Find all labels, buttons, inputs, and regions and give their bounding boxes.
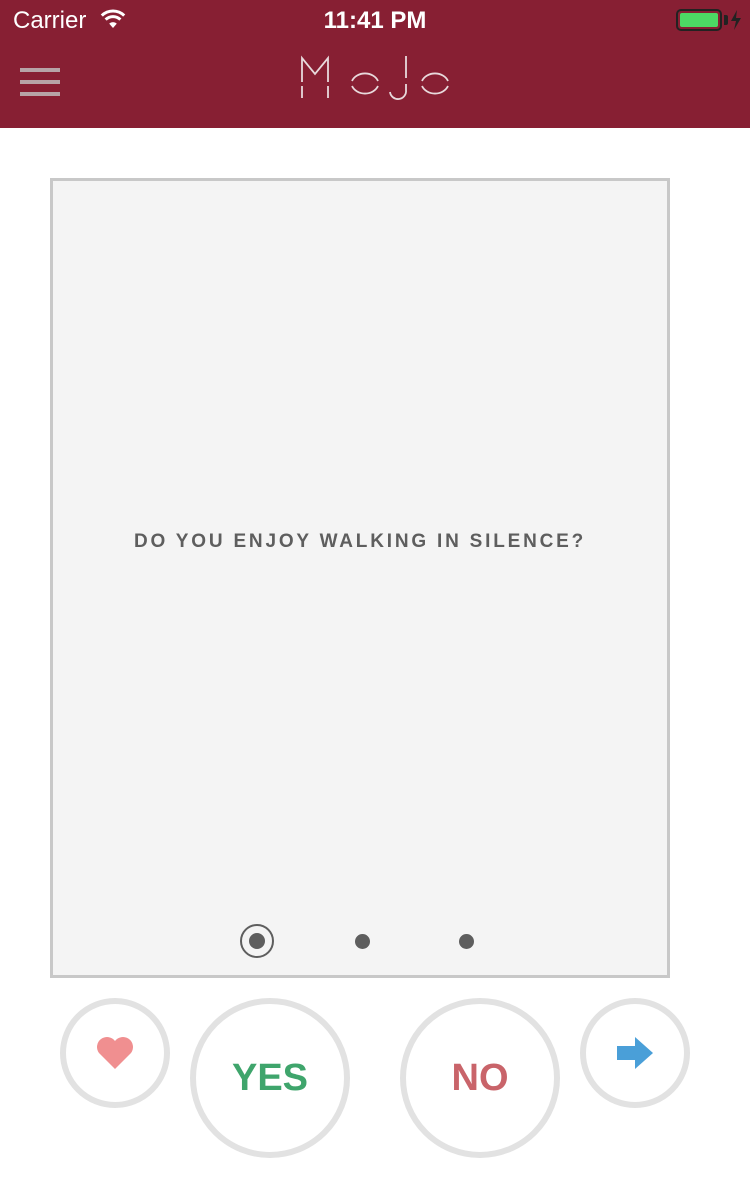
page-indicator xyxy=(53,921,667,961)
battery-cap xyxy=(724,15,728,25)
arrow-right-icon xyxy=(617,1037,653,1069)
app-header: Carrier 11:41 PM xyxy=(0,0,750,128)
hamburger-menu-icon[interactable] xyxy=(20,66,62,100)
next-button[interactable] xyxy=(580,998,690,1108)
no-button[interactable]: NO xyxy=(400,998,560,1158)
heart-icon xyxy=(97,1037,133,1069)
yes-label: YES xyxy=(231,1056,309,1099)
mojo-logo xyxy=(301,55,449,100)
page-dot-3[interactable] xyxy=(459,934,474,949)
no-label: NO xyxy=(451,1056,509,1099)
page-dot-1-active[interactable] xyxy=(240,924,274,958)
clock: 11:41 PM xyxy=(323,7,427,34)
yes-button[interactable]: YES xyxy=(190,998,350,1158)
battery-icon xyxy=(676,9,722,31)
question-card[interactable]: DO YOU ENJOY WALKING IN SILENCE? xyxy=(50,178,670,978)
bolt-icon xyxy=(731,10,741,30)
question-text: DO YOU ENJOY WALKING IN SILENCE? xyxy=(133,531,587,552)
favorite-button[interactable] xyxy=(60,998,170,1108)
status-bar: Carrier 11:41 PM xyxy=(0,0,750,40)
page-dot-2[interactable] xyxy=(355,934,370,949)
